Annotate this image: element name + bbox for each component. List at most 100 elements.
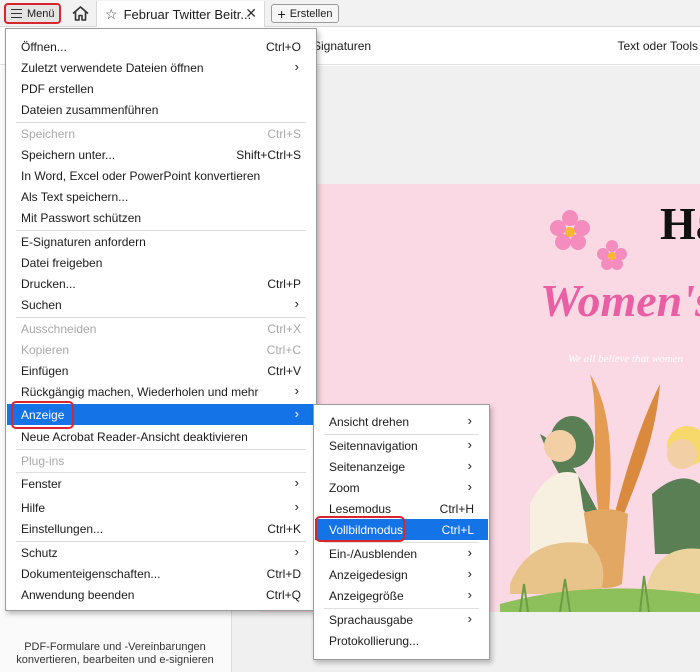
chevron-right-icon: › bbox=[294, 475, 299, 490]
chevron-right-icon: › bbox=[294, 296, 299, 311]
menu-item-einfuegen[interactable]: Einfügen Ctrl+V bbox=[7, 360, 315, 381]
create-button[interactable]: + Erstellen bbox=[271, 4, 339, 23]
menu-item-fenster[interactable]: Fenster › bbox=[7, 473, 315, 494]
menu-item-shortcut: Ctrl+X bbox=[267, 322, 301, 336]
menu-item-ansicht-drehen[interactable]: Ansicht drehen › bbox=[315, 411, 488, 432]
chevron-right-icon: › bbox=[467, 479, 472, 494]
menu-item-label: Einfügen bbox=[21, 363, 69, 378]
menu-item-sprachausgabe[interactable]: Sprachausgabe › bbox=[315, 609, 488, 630]
menu-item-in-word-excel-oder-powerpoint-konvertieren[interactable]: In Word, Excel oder PowerPoint konvertie… bbox=[7, 165, 315, 186]
menu-item-zuletzt-verwendete-dateien-oeffnen[interactable]: Zuletzt verwendete Dateien öffnen › bbox=[7, 57, 315, 78]
menu-item-pdf-erstellen[interactable]: PDF erstellen bbox=[7, 78, 315, 99]
annotation-highlight-anzeige bbox=[11, 401, 74, 429]
menu-item-label: PDF erstellen bbox=[21, 81, 94, 96]
chevron-right-icon: › bbox=[467, 587, 472, 602]
menu-item-shortcut: Ctrl+H bbox=[439, 502, 474, 516]
tagline: We all believe that women bbox=[568, 353, 684, 365]
menu-item-label: Suchen bbox=[21, 297, 62, 312]
menu-item-speichern-unter[interactable]: Speichern unter... Shift+Ctrl+S bbox=[7, 144, 315, 165]
menu-item-mit-passwort-schuetzen[interactable]: Mit Passwort schützen bbox=[7, 207, 315, 228]
menu-item-label: Anzeigegröße bbox=[329, 588, 404, 603]
menu-item-label: Ausschneiden bbox=[21, 321, 97, 336]
signatures-tab[interactable]: Signaturen bbox=[313, 39, 371, 53]
menu-item-label: Neue Acrobat Reader-Ansicht deaktivieren bbox=[21, 429, 248, 444]
chevron-right-icon: › bbox=[294, 59, 299, 74]
menu-button[interactable]: Menü bbox=[4, 3, 61, 24]
menu-item-label: Dateien zusammenführen bbox=[21, 102, 159, 117]
chevron-right-icon: › bbox=[294, 406, 299, 421]
menu-item-protokollierung[interactable]: Protokollierung... bbox=[315, 630, 488, 651]
create-button-label: Erstellen bbox=[289, 7, 333, 20]
menu-item-anzeigedesign[interactable]: Anzeigedesign › bbox=[315, 564, 488, 585]
menu-item-plug-ins: Plug-ins bbox=[7, 450, 315, 471]
menu-item-ausschneiden: Ausschneiden Ctrl+X bbox=[7, 318, 315, 339]
menu-item-label: Als Text speichern... bbox=[21, 189, 129, 204]
menu-item-label: Protokollierung... bbox=[329, 633, 420, 648]
menu-item-seitennavigation[interactable]: Seitennavigation › bbox=[315, 435, 488, 456]
menu-item-seitenanzeige[interactable]: Seitenanzeige › bbox=[315, 456, 488, 477]
panel-hint-line2: konvertieren, bearbeiten und e-signieren bbox=[16, 654, 214, 666]
menu-item-neue-acrobat-reader-ansicht-deaktivieren[interactable]: Neue Acrobat Reader-Ansicht deaktivieren bbox=[7, 426, 315, 447]
chevron-right-icon: › bbox=[467, 413, 472, 428]
menu-item-hilfe[interactable]: Hilfe › bbox=[7, 497, 315, 518]
panel-hint-line1: PDF-Formulare und -Vereinbarungen bbox=[24, 641, 206, 653]
menu-item-dokumenteigenschaften[interactable]: Dokumenteigenschaften... Ctrl+D bbox=[7, 563, 315, 584]
menu-item-label: Anwendung beenden bbox=[21, 587, 135, 602]
menu-item-suchen[interactable]: Suchen › bbox=[7, 294, 315, 315]
main-menu: Öffnen... Ctrl+O Zuletzt verwendete Dateie… bbox=[5, 28, 317, 611]
chevron-right-icon: › bbox=[467, 566, 472, 581]
chevron-right-icon: › bbox=[467, 437, 472, 452]
menu-item-shortcut: Ctrl+V bbox=[267, 364, 301, 378]
menu-item-label: Rückgängig machen, Wiederholen und mehr bbox=[21, 384, 259, 399]
menu-item-label: Datei freigeben bbox=[21, 255, 103, 270]
hamburger-icon bbox=[11, 9, 22, 18]
menu-item-anwendung-beenden[interactable]: Anwendung beenden Ctrl+Q bbox=[7, 584, 315, 605]
close-icon[interactable]: ✕ bbox=[245, 5, 257, 22]
menu-item-dateien-zusammenfuehren[interactable]: Dateien zusammenführen bbox=[7, 99, 315, 120]
chevron-right-icon: › bbox=[467, 611, 472, 626]
menu-item-rueckgaengig-machen-wiederholen-und-mehr[interactable]: Rückgängig machen, Wiederholen und mehr › bbox=[7, 381, 315, 402]
menu-item-shortcut: Shift+Ctrl+S bbox=[236, 148, 301, 162]
heading-fragment: Ha bbox=[660, 198, 700, 249]
menu-item-schutz[interactable]: Schutz › bbox=[7, 542, 315, 563]
menu-item-shortcut: Ctrl+K bbox=[267, 522, 301, 536]
menu-item-label: E-Signaturen anfordern bbox=[21, 234, 146, 249]
menu-item-kopieren: Kopieren Ctrl+C bbox=[7, 339, 315, 360]
menu-button-label: Menü bbox=[27, 7, 55, 20]
menu-item-label: Ansicht drehen bbox=[329, 414, 410, 429]
menu-item-speichern: Speichern Ctrl+S bbox=[7, 123, 315, 144]
menu-item-anzeigegroesse[interactable]: Anzeigegröße › bbox=[315, 585, 488, 606]
menu-item-label: Seitenanzeige bbox=[329, 459, 406, 474]
star-icon[interactable]: ☆ bbox=[105, 6, 118, 23]
menu-item-shortcut: Ctrl+Q bbox=[265, 588, 301, 602]
menu-item-label: Öffnen... bbox=[21, 39, 67, 54]
menu-item-label: Zoom bbox=[329, 480, 360, 495]
menu-item-label: Dokumenteigenschaften... bbox=[21, 566, 161, 581]
menu-item-label: Mit Passwort schützen bbox=[21, 210, 142, 225]
menu-item-e-signaturen-anfordern[interactable]: E-Signaturen anfordern bbox=[7, 231, 315, 252]
menu-item-shortcut: Ctrl+O bbox=[265, 40, 301, 54]
menu-item-label: Speichern unter... bbox=[21, 147, 116, 162]
menu-item-label: Plug-ins bbox=[21, 453, 65, 468]
text-tools-tab[interactable]: Text oder Tools bbox=[618, 39, 699, 53]
menu-item-shortcut: Ctrl+P bbox=[267, 277, 301, 291]
menu-item-shortcut: Ctrl+D bbox=[266, 567, 301, 581]
home-button[interactable] bbox=[70, 4, 90, 22]
menu-item-einstellungen[interactable]: Einstellungen... Ctrl+K bbox=[7, 518, 315, 539]
menu-item-oeffnen[interactable]: Öffnen... Ctrl+O bbox=[7, 36, 315, 57]
menu-item-ein-ausblenden[interactable]: Ein-/Ausblenden › bbox=[315, 543, 488, 564]
menu-item-label: Kopieren bbox=[21, 342, 70, 357]
menu-item-shortcut: Ctrl+C bbox=[266, 343, 301, 357]
menu-item-label: Seitennavigation bbox=[329, 438, 418, 453]
menu-item-label: Sprachausgabe bbox=[329, 612, 414, 627]
menu-item-zoom[interactable]: Zoom › bbox=[315, 477, 488, 498]
menu-item-label: Lesemodus bbox=[329, 501, 392, 516]
menu-item-drucken[interactable]: Drucken... Ctrl+P bbox=[7, 273, 315, 294]
menu-item-label: Einstellungen... bbox=[21, 521, 104, 536]
document-tab[interactable]: ☆ Februar Twitter Beitr... ✕ bbox=[96, 1, 265, 27]
menu-item-label: Ein-/Ausblenden bbox=[329, 546, 418, 561]
plus-icon: + bbox=[277, 5, 286, 22]
menu-item-label: In Word, Excel oder PowerPoint konvertie… bbox=[21, 168, 261, 183]
menu-item-datei-freigeben[interactable]: Datei freigeben bbox=[7, 252, 315, 273]
menu-item-als-text-speichern[interactable]: Als Text speichern... bbox=[7, 186, 315, 207]
